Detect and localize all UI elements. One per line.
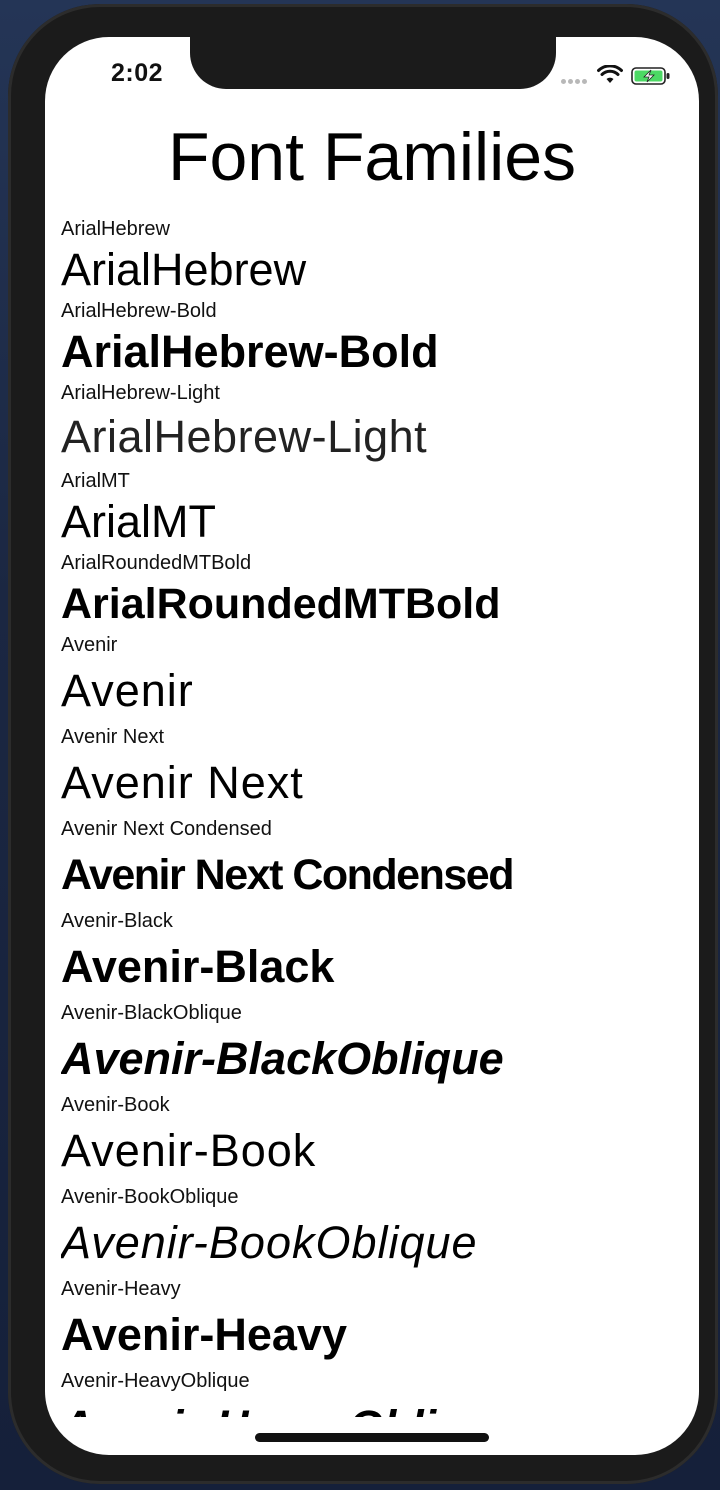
font-sample-text: Avenir-Black <box>61 941 335 992</box>
font-sample-text: Avenir-BookOblique <box>61 1217 478 1268</box>
font-name-label: ArialHebrew-Light <box>61 382 220 404</box>
font-sample-text: ArialMT <box>61 496 216 547</box>
phone-screen: 2:02 Font Families ArialHebrew ArialHebr… <box>45 37 699 1455</box>
font-sample-text: Avenir-BlackOblique <box>61 1033 504 1084</box>
list-item: Avenir-Black Avenir-Black <box>61 909 691 1001</box>
font-sample-text: Avenir Next Condensed <box>61 851 514 899</box>
font-sample-text: ArialHebrew-Light <box>61 411 428 462</box>
font-name-label: Avenir-BlackOblique <box>61 1002 242 1024</box>
font-name-label: Avenir-HeavyOblique <box>61 1370 250 1392</box>
font-name-label: ArialRoundedMTBold <box>61 552 252 574</box>
font-name-label: Avenir Next Condensed <box>61 818 272 840</box>
font-name-label: ArialHebrew-Bold <box>61 300 217 322</box>
font-sample-text: Avenir Next <box>61 757 304 808</box>
list-item: Avenir-Heavy Avenir-Heavy <box>61 1277 691 1369</box>
font-name-label: Avenir-Book <box>61 1094 170 1116</box>
font-name-label: Avenir-BookOblique <box>61 1186 239 1208</box>
list-item: Avenir Next Avenir Next <box>61 725 691 817</box>
font-sample-text: Avenir-HeavyOblique <box>61 1393 691 1417</box>
list-item: ArialHebrew-Light ArialHebrew-Light <box>61 381 691 469</box>
font-sample-text: ArialHebrew <box>61 244 307 295</box>
font-sample-text: Avenir <box>61 665 194 716</box>
list-item: ArialRoundedMTBold ArialRoundedMTBold <box>61 551 691 633</box>
list-item: ArialHebrew ArialHebrew <box>61 217 691 299</box>
page-title: Font Families <box>167 119 577 195</box>
battery-charging-icon <box>631 67 670 85</box>
list-item: ArialHebrew-Bold ArialHebrew-Bold <box>61 299 691 381</box>
home-indicator[interactable] <box>255 1433 489 1442</box>
font-sample-text: Avenir-Book <box>61 1125 317 1176</box>
list-item: Avenir Next Condensed Avenir Next Conden… <box>61 817 691 909</box>
notch <box>190 37 556 89</box>
font-sample-text: Avenir-Heavy <box>61 1309 347 1360</box>
font-name-label: ArialHebrew <box>61 218 170 240</box>
status-time: 2:02 <box>110 59 164 87</box>
phone-frame: 2:02 Font Families ArialHebrew ArialHebr… <box>8 4 718 1484</box>
font-family-list[interactable]: ArialHebrew ArialHebrew ArialHebrew-Bold… <box>61 217 691 1417</box>
cellular-signal-icon <box>561 77 591 85</box>
font-name-label: Avenir-Black <box>61 910 173 932</box>
font-name-label: Avenir Next <box>61 726 165 748</box>
list-item: Avenir-BookOblique Avenir-BookOblique <box>61 1185 691 1277</box>
list-item: ArialMT ArialMT <box>61 469 691 551</box>
font-name-label: Avenir-Heavy <box>61 1278 181 1300</box>
list-item: Avenir Avenir <box>61 633 691 725</box>
list-item: Avenir-HeavyOblique Avenir-HeavyOblique <box>61 1369 691 1417</box>
wifi-icon <box>597 65 623 83</box>
font-name-label: ArialMT <box>61 470 130 492</box>
font-sample-text: ArialHebrew-Bold <box>61 326 439 377</box>
font-name-label: Avenir <box>61 634 118 656</box>
list-item: Avenir-BlackOblique Avenir-BlackOblique <box>61 1001 691 1093</box>
list-item: Avenir-Book Avenir-Book <box>61 1093 691 1185</box>
font-sample-text: ArialRoundedMTBold <box>61 580 501 628</box>
